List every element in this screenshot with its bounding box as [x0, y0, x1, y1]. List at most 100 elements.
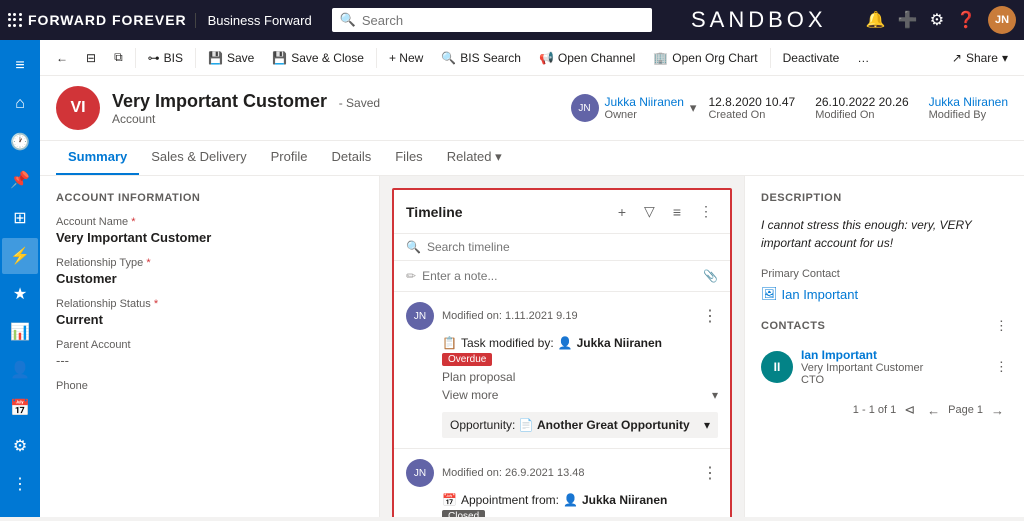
sidebar-item-settings[interactable]: ⚙ [2, 428, 38, 464]
separator [376, 48, 377, 68]
sidebar-item-recent[interactable]: 🕐 [2, 124, 38, 160]
save-button[interactable]: 💾 Save [200, 47, 262, 69]
global-search-box[interactable]: 🔍 [332, 8, 652, 32]
separator [195, 48, 196, 68]
share-icon: ↗ [952, 51, 962, 65]
attachment-icon[interactable]: 📎 [703, 269, 718, 283]
timeline-sort-button[interactable]: ≡ [668, 201, 686, 223]
timeline-item-menu-1[interactable]: ⋮ [702, 306, 718, 326]
record-avatar: VI [56, 86, 100, 130]
timeline-item-desc-1: Plan proposal [442, 370, 718, 384]
owner-dropdown-icon[interactable]: ▾ [690, 100, 697, 116]
sidebar-item-pinned[interactable]: 📌 [2, 162, 38, 198]
sidebar-item-contacts[interactable]: 👤 [2, 352, 38, 388]
timeline-note-input[interactable] [422, 269, 697, 283]
sidebar-item-active[interactable]: ⚡ [2, 238, 38, 274]
primary-contact-name[interactable]: 🖼 Ian Important [761, 286, 1008, 302]
tab-profile[interactable]: Profile [259, 141, 320, 175]
owner-area: JN Jukka Niiranen Owner ▾ [571, 94, 697, 122]
pagination-count: 1 - 1 of 1 [853, 404, 896, 416]
split-button[interactable]: ⧉ [106, 46, 131, 69]
created-on-value: 12.8.2020 10.47 [708, 95, 795, 109]
created-on-label: Created On [708, 109, 795, 121]
tab-details[interactable]: Details [319, 141, 383, 175]
sidebar-item-more[interactable]: ⋮ [2, 466, 38, 502]
open-channel-button[interactable]: 📢 Open Channel [531, 47, 643, 69]
field-phone: Phone ​ [56, 380, 363, 409]
page-next-button[interactable]: → [987, 401, 1008, 420]
bell-icon[interactable]: 🔔 [866, 10, 886, 30]
tab-files[interactable]: Files [383, 141, 434, 175]
share-dropdown-icon: ▾ [1002, 51, 1008, 65]
account-info-panel: ACCOUNT INFORMATION Account Name * Very … [40, 176, 380, 517]
person-icon-2: 👤 [563, 493, 578, 507]
related-dropdown-icon: ▾ [495, 149, 502, 164]
modified-on-value: 26.10.2022 20.26 [815, 95, 908, 109]
contact-row-menu-1[interactable]: ⋮ [995, 359, 1008, 375]
contact-company-1: Very Important Customer [801, 362, 987, 374]
contacts-more-button[interactable]: ⋮ [995, 318, 1008, 334]
logo: FORWARD FOREVER [28, 12, 187, 28]
modified-by-value[interactable]: Jukka Niiranen [929, 95, 1008, 109]
timeline-item-menu-2[interactable]: ⋮ [702, 463, 718, 483]
modified-on-meta: 26.10.2022 20.26 Modified On [815, 95, 908, 121]
timeline-filter-button[interactable]: ▽ [639, 200, 660, 223]
settings-icon[interactable]: ⚙ [930, 10, 944, 30]
page-first-button[interactable]: ⊲ [900, 400, 919, 420]
global-search-input[interactable] [362, 13, 644, 28]
save-close-icon: 💾 [272, 51, 287, 65]
page-prev-button[interactable]: ← [923, 401, 944, 420]
timeline-header: Timeline + ▽ ≡ ⋮ [394, 190, 730, 234]
timeline-search-input[interactable] [427, 240, 718, 254]
tab-related[interactable]: Related ▾ [435, 141, 514, 175]
sidebar-item-apps[interactable]: ⊞ [2, 200, 38, 236]
sidebar-item-menu[interactable]: ≡ [2, 48, 38, 84]
org-name: Business Forward [195, 13, 324, 28]
modified-by-label: Modified By [929, 109, 1008, 121]
tab-sales-delivery[interactable]: Sales & Delivery [139, 141, 258, 175]
record-title-area: Very Important Customer - Saved Account [112, 91, 559, 126]
timeline-avatar-1: JN [406, 302, 434, 330]
timeline-more-button[interactable]: ⋮ [694, 200, 718, 223]
owner-name[interactable]: Jukka Niiranen [605, 95, 684, 109]
bis-button[interactable]: ⊶ BIS [140, 47, 191, 69]
waffle-icon[interactable] [8, 13, 22, 27]
bis-search-button[interactable]: 🔍 BIS Search [433, 47, 529, 69]
help-icon[interactable]: ❓ [956, 10, 976, 30]
field-account-name: Account Name * Very Important Customer [56, 216, 363, 245]
modified-by-meta: Jukka Niiranen Modified By [929, 95, 1008, 121]
right-panel: DESCRIPTION I cannot stress this enough:… [744, 176, 1024, 517]
more-button[interactable]: … [849, 47, 877, 69]
contact-row-1: II Ian Important Very Important Customer… [761, 342, 1008, 392]
note-edit-icon: ✏ [406, 269, 416, 283]
page-icon: ⊟ [86, 51, 96, 65]
opportunity-row[interactable]: Opportunity: 📄 Another Great Opportunity… [442, 412, 718, 438]
primary-contact-icon: 🖼 [761, 286, 778, 302]
save-close-button[interactable]: 💾 Save & Close [264, 47, 372, 69]
timeline-add-button[interactable]: + [613, 201, 631, 223]
view-more-1[interactable]: View more ▾ [442, 384, 718, 406]
tree-icon: ⊶ [148, 51, 160, 65]
share-button[interactable]: ↗ Share ▾ [944, 47, 1016, 69]
contact-name-1[interactable]: Ian Important [801, 348, 987, 362]
separator [135, 48, 136, 68]
tab-summary[interactable]: Summary [56, 141, 139, 175]
sidebar-item-dashboard[interactable]: 📊 [2, 314, 38, 350]
sidebar-item-calendar[interactable]: 📅 [2, 390, 38, 426]
search-icon: 🔍 [340, 12, 356, 28]
sidebar-item-favorites[interactable]: ★ [2, 276, 38, 312]
deactivate-button[interactable]: Deactivate [775, 47, 848, 69]
user-avatar[interactable]: JN [988, 6, 1016, 34]
page-icon-button[interactable]: ⊟ [78, 47, 104, 69]
full-content: ← ⊟ ⧉ ⊶ BIS 💾 Save 💾 Save & Close [40, 40, 1024, 517]
sidebar-item-home[interactable]: ⌂ [2, 86, 38, 122]
contacts-header: CONTACTS ⋮ [761, 318, 1008, 334]
back-button[interactable]: ← [48, 47, 76, 69]
new-button[interactable]: + New [381, 47, 431, 69]
toolbar: ← ⊟ ⧉ ⊶ BIS 💾 Save 💾 Save & Close [40, 40, 1024, 76]
separator [770, 48, 771, 68]
plus-icon[interactable]: ➕ [898, 10, 918, 30]
channel-icon: 📢 [539, 51, 554, 65]
top-navigation: FORWARD FOREVER Business Forward 🔍 SANDB… [0, 0, 1024, 40]
open-org-button[interactable]: 🏢 Open Org Chart [645, 47, 765, 69]
